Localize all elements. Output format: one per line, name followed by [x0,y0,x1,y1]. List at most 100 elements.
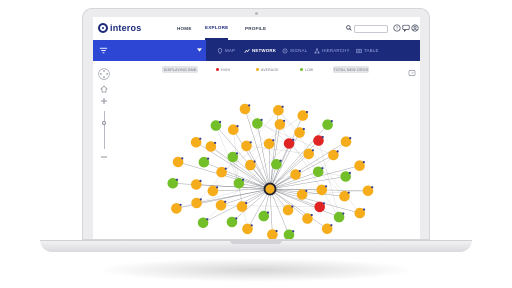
map-pin-icon [217,47,223,54]
node-badge [292,138,295,141]
node-badge [272,139,275,142]
legend-high-label: HIGH [221,67,231,72]
chevron-down-icon[interactable] [197,48,202,52]
network-edge [257,123,271,190]
node-badge [219,120,222,124]
node-badge [330,224,333,227]
average-risk-dot [256,68,259,71]
node-badge [248,104,251,107]
network-edge [247,188,271,229]
network-hub[interactable] [263,182,277,196]
user-icon[interactable] [411,24,419,32]
node-badge [291,205,294,208]
laptop-shadow [96,258,416,282]
tab-table[interactable]: TABLE [356,40,379,61]
node-badge [305,110,309,114]
high-risk-dot [216,68,219,71]
legend-average: AVERAGE [256,66,279,73]
node-badge [348,171,351,174]
node-badge [305,189,308,192]
node-badge [199,179,202,182]
total-new-orgs-pill[interactable]: TOTAL NEW ORGS [333,66,369,73]
node-badge [362,161,365,164]
node-badge [283,119,286,122]
nav-home[interactable]: HOME [177,17,192,40]
tab-network[interactable]: NETWORK [244,40,276,61]
chat-icon[interactable] [402,24,410,32]
tab-table-label: TABLE [364,48,379,53]
node-badge [347,191,350,194]
tab-signal[interactable]: SIGNAL [282,40,307,61]
node-badge [275,229,278,233]
node-badge [179,203,182,206]
hierarchy-icon [314,48,320,53]
node-badge [310,213,313,217]
node-badge [292,230,295,233]
node-badge [216,186,219,189]
filter-icon[interactable] [99,46,108,55]
network-graph[interactable] [93,73,420,239]
top-bar: interos HOME EXPLORE PROFILE ? [93,17,420,41]
node-badge [362,208,366,211]
node-badge [206,218,209,221]
node-badge [298,169,301,173]
help-icon[interactable]: ? [393,24,401,32]
node-badge [279,159,282,162]
search-icon[interactable] [346,25,352,31]
node-badge [349,137,352,140]
interos-logo-icon [98,23,108,33]
node-badge [224,167,227,170]
tab-hierarchy-label: HIERARCHY [322,48,350,53]
search-input[interactable] [354,25,388,33]
table-icon [356,48,362,53]
view-navbar: MAP NETWORK SIGNAL HIERARCHY TABLE [93,40,420,61]
node-badge [253,160,256,163]
low-risk-dot [300,68,303,71]
node-badge [266,211,270,214]
node-badge [250,224,253,227]
network-edge [302,190,369,195]
brand-logo[interactable]: interos [98,23,141,33]
node-badge [235,217,238,220]
network-nodes [167,103,374,239]
node-badge [242,178,245,181]
node-badge [330,120,333,123]
tab-signal-label: SIGNAL [290,48,308,53]
node-badge [322,202,325,205]
node-badge [236,125,239,128]
network-hub-node[interactable] [263,182,277,196]
node-badge [281,105,284,108]
filter-panel-toggle[interactable] [93,40,206,61]
node-badge [199,137,202,140]
app-screen: interos HOME EXPLORE PROFILE ? MAP NETWO… [93,17,420,239]
laptop-notch [230,240,282,244]
legend-low: LOW [300,66,313,73]
node-badge [245,201,248,205]
legend-high: HIGH [216,66,230,73]
node-badge [342,212,345,215]
node-badge [321,135,324,139]
nav-explore[interactable]: EXPLORE [205,17,229,40]
network-icon [244,48,250,53]
node-badge [324,185,328,188]
network-edge [268,143,271,190]
node-badge [249,141,252,144]
node-badge [302,127,305,131]
brand-name: interos [110,23,142,33]
tab-map[interactable]: MAP [217,40,235,61]
node-badge [207,157,210,160]
node-badge [175,178,179,181]
node-badge [336,150,339,153]
network-edge [246,145,309,155]
network-edge [269,188,273,235]
tab-hierarchy[interactable]: HIERARCHY [314,40,350,61]
legend-low-label: LOW [305,67,314,72]
nav-profile[interactable]: PROFILE [245,17,266,40]
node-badge [311,149,314,152]
node-badge [371,186,374,189]
node-badge [224,200,227,203]
node-badge [260,118,263,121]
displaying-pill[interactable]: DISPLAYING BNB [162,66,198,73]
node-badge [321,167,324,170]
webcam [255,12,258,15]
